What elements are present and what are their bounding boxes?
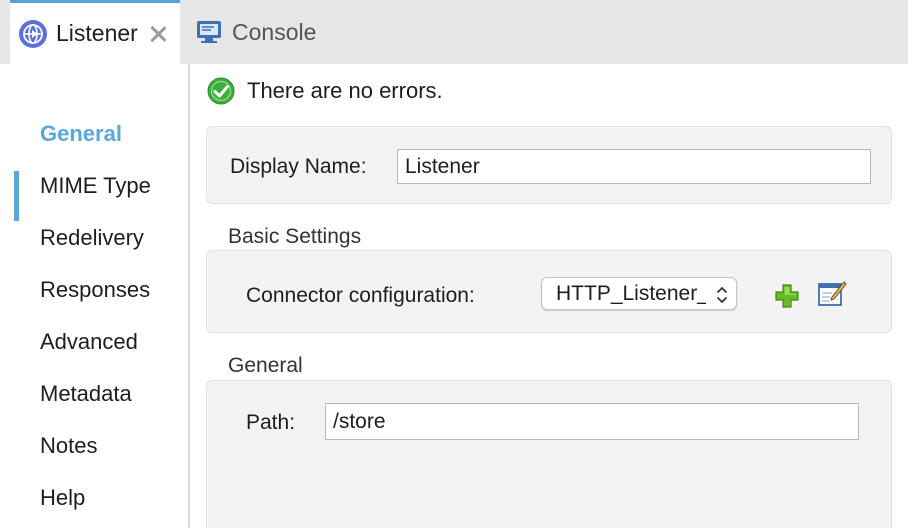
sidebar-item-redelivery[interactable]: Redelivery: [40, 225, 144, 251]
updown-arrows-icon: [716, 285, 728, 305]
general-panel: Path: /store: [206, 380, 892, 528]
tab-console[interactable]: Console: [196, 0, 396, 64]
tab-listener[interactable]: Listener: [10, 0, 180, 64]
general-section-title: General: [228, 354, 303, 377]
tab-listener-label: Listener: [56, 20, 138, 46]
sidebar-item-notes[interactable]: Notes: [40, 433, 97, 459]
tab-console-label: Console: [232, 18, 317, 45]
connector-config-label: Connector configuration:: [246, 284, 475, 307]
display-name-label: Display Name:: [230, 155, 367, 178]
connector-config-value: HTTP_Listener_config: [556, 281, 706, 305]
close-icon[interactable]: [148, 24, 168, 44]
sidebar-item-help[interactable]: Help: [40, 485, 85, 511]
edit-icon[interactable]: [817, 280, 847, 308]
basic-settings-title: Basic Settings: [228, 225, 362, 248]
status-message: There are no errors.: [247, 78, 443, 103]
sidebar-item-responses[interactable]: Responses: [40, 277, 150, 303]
validation-status: There are no errors.: [207, 77, 443, 105]
connector-config-select[interactable]: HTTP_Listener_config: [541, 277, 737, 310]
editor-tab-bar: Listener Console: [0, 0, 908, 64]
checkmark-icon: [207, 77, 235, 105]
display-name-field[interactable]: Listener: [397, 149, 871, 184]
basic-settings-panel: Connector configuration: HTTP_Listener_c…: [206, 250, 892, 333]
console-icon: [196, 19, 222, 45]
sidebar-item-metadata[interactable]: Metadata: [40, 381, 132, 407]
active-nav-indicator: [14, 171, 19, 221]
path-field[interactable]: /store: [325, 403, 859, 440]
add-icon[interactable]: [773, 282, 801, 310]
globe-arrow-icon: [18, 19, 48, 49]
sidebar-item-general[interactable]: General: [40, 121, 122, 147]
display-name-panel: Display Name: Listener: [206, 126, 892, 204]
path-label: Path:: [246, 411, 296, 434]
properties-sidebar: General MIME Type Redelivery Responses A…: [10, 64, 190, 528]
sidebar-item-mime-type[interactable]: MIME Type: [40, 173, 151, 199]
sidebar-item-advanced[interactable]: Advanced: [40, 329, 138, 355]
